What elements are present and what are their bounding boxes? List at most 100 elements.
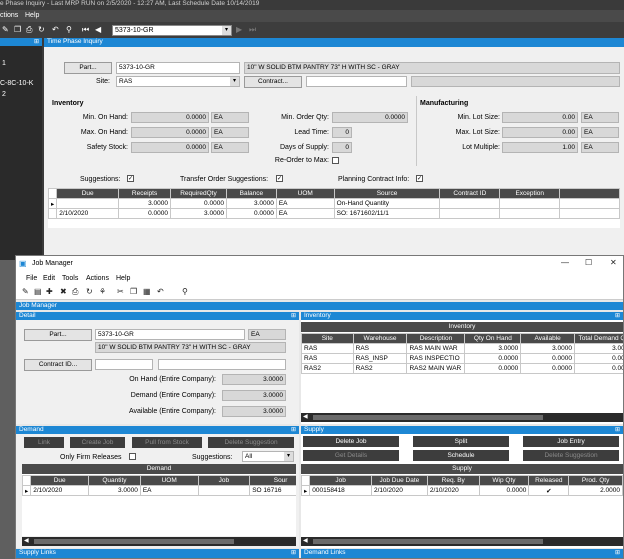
jm-supply-scrollbar[interactable]: ◀ [301,537,623,546]
column-header[interactable]: Quantity [88,475,141,486]
maximize-icon[interactable]: ☐ [585,258,592,267]
pin-icon[interactable]: ⊞ [34,38,39,45]
tree-item[interactable]: 2 [2,91,6,98]
undo-icon[interactable]: ↶ [52,25,59,34]
delete-suggestion-button[interactable]: Delete Suggestion [208,437,294,448]
scroll-left-icon[interactable]: ◀ [303,537,308,546]
first-record-icon[interactable]: ⏮ [82,25,89,35]
column-header[interactable]: Released [528,475,570,486]
print-icon[interactable]: ⎙ [72,287,78,297]
split-button[interactable]: Split [413,436,509,447]
pin-icon[interactable]: ⊞ [291,549,296,557]
tpi-reorder-checkbox[interactable] [332,157,339,164]
column-header[interactable]: Exception [499,188,561,199]
delete-suggestion-button[interactable]: Delete Suggestion [523,450,619,461]
attach-icon[interactable]: ⚘ [99,287,106,296]
pin-icon[interactable]: ⊞ [615,549,620,557]
column-header[interactable]: Prod. Qty [568,475,623,486]
scroll-left-icon[interactable]: ◀ [303,413,308,422]
new-icon[interactable]: ✚ [46,287,53,296]
column-header[interactable]: Due [56,188,120,199]
jm-contract-field[interactable] [95,359,153,370]
table-row[interactable]: ▸ 2/10/2020 3.0000 EA SO 16716 [22,485,296,496]
chevron-down-icon[interactable]: ▾ [230,77,239,86]
last-record-icon[interactable]: ⏭ [249,25,256,35]
schedule-button[interactable]: Schedule [413,450,509,461]
save-icon[interactable]: ▤ [34,287,42,296]
jm-firm-checkbox[interactable] [129,453,136,460]
jm-suggestions-select[interactable]: All ▾ [242,451,294,462]
column-header[interactable]: Site [301,333,354,344]
released-check-icon[interactable]: ✔ [528,485,570,496]
column-header[interactable]: Qty On Hand [464,333,522,344]
print-icon[interactable]: ⎙ [26,25,32,35]
delete-icon[interactable]: ✖ [60,287,67,296]
jm-inventory-scrollbar[interactable]: ◀ [301,413,623,422]
jm-menu-tools[interactable]: Tools [62,275,78,282]
jm-menu-help[interactable]: Help [116,275,130,282]
column-header[interactable]: UOM [275,188,335,199]
table-row[interactable]: RAS2 RAS2 RAS2 MAIN WAR 0.0000 0.0000 0.… [301,363,623,374]
chevron-down-icon[interactable]: ▾ [284,452,293,461]
column-header[interactable]: Wip Qty [478,475,530,486]
tpi-suggestions-checkbox[interactable]: ✓ [127,175,134,182]
chevron-down-icon[interactable]: ▾ [222,26,231,35]
refresh-icon[interactable]: ↻ [86,287,93,296]
scroll-thumb[interactable] [313,415,543,420]
tpi-site-select[interactable]: RAS ▾ [116,76,240,87]
column-header[interactable]: Total Demand Qty [574,333,623,344]
refresh-icon[interactable]: ↻ [38,25,45,34]
jm-contract-button[interactable]: Contract ID... [24,359,92,371]
jm-demand-scrollbar[interactable]: ◀ [22,537,296,546]
clear-icon[interactable]: ✎ [2,25,9,34]
clear-icon[interactable]: ✎ [22,287,29,296]
tpi-contract-button[interactable]: Contract... [244,76,302,88]
table-row[interactable]: ▸ 000158418 2/10/2020 2/10/2020 0.0000 ✔… [301,485,623,496]
column-header[interactable]: Balance [225,188,277,199]
pin-icon[interactable]: ⊞ [291,312,296,320]
column-header[interactable]: Receipts [118,188,172,199]
jm-part-field[interactable]: 5373-10-GR [95,329,245,340]
tree-item[interactable]: 1 [2,60,6,67]
table-row[interactable]: ▸ 3.0000 0.0000 3.0000 EA On-Hand Quanti… [47,198,620,209]
tpi-planning-checkbox[interactable]: ✓ [416,175,423,182]
jm-menu-actions[interactable]: Actions [86,275,109,282]
next-record-icon[interactable]: ▶ [236,25,242,34]
column-header[interactable]: UOM [139,475,199,486]
job-entry-button[interactable]: Job Entry [523,436,619,447]
scroll-left-icon[interactable]: ◀ [24,537,29,546]
column-header[interactable]: Description [406,333,466,344]
copy-icon[interactable]: ❐ [130,287,137,296]
jm-menu-edit[interactable]: Edit [43,275,55,282]
scroll-thumb[interactable] [313,539,543,544]
tpi-part-field[interactable]: 5373-10-GR [116,62,240,74]
column-header[interactable]: RequiredQty [170,188,227,199]
close-icon[interactable]: ✕ [610,258,617,267]
pin-icon[interactable]: ⊞ [615,426,620,434]
pin-icon[interactable]: ⊞ [291,426,296,434]
column-header[interactable]: Job [197,475,251,486]
tpi-menu-help[interactable]: Help [25,12,39,19]
tpi-transfer-checkbox[interactable]: ✓ [276,175,283,182]
pin-icon[interactable]: ⊞ [615,312,620,320]
binoculars-icon[interactable]: ⚲ [66,25,72,34]
column-header[interactable]: Contract ID [439,188,501,199]
tpi-menu-actions[interactable]: ctions [0,12,18,19]
jm-menu-file[interactable]: File [26,275,37,282]
tpi-contract-field[interactable] [306,76,407,87]
tpi-part-combo[interactable]: 5373-10-GR ▾ [112,25,232,36]
minimize-icon[interactable]: — [561,258,569,267]
column-header[interactable]: Warehouse [352,333,408,344]
create-job-button[interactable]: Create Job [70,437,125,448]
binoculars-icon[interactable]: ⚲ [182,287,188,296]
cut-icon[interactable]: ✂ [117,287,124,296]
scroll-thumb[interactable] [34,539,234,544]
table-row[interactable]: RAS RAS_INSP RAS INSPECTIO 0.0000 0.0000… [301,353,623,364]
column-header[interactable]: Req. By [426,475,480,486]
copy-icon[interactable]: ❐ [14,25,21,34]
delete-job-button[interactable]: Delete Job [303,436,399,447]
get-details-button[interactable]: Get Details [303,450,399,461]
column-header[interactable]: Available [520,333,576,344]
tpi-part-button[interactable]: Part... [64,62,112,74]
table-row[interactable]: 2/10/2020 0.0000 3.0000 0.0000 EA SO: 16… [47,208,620,219]
